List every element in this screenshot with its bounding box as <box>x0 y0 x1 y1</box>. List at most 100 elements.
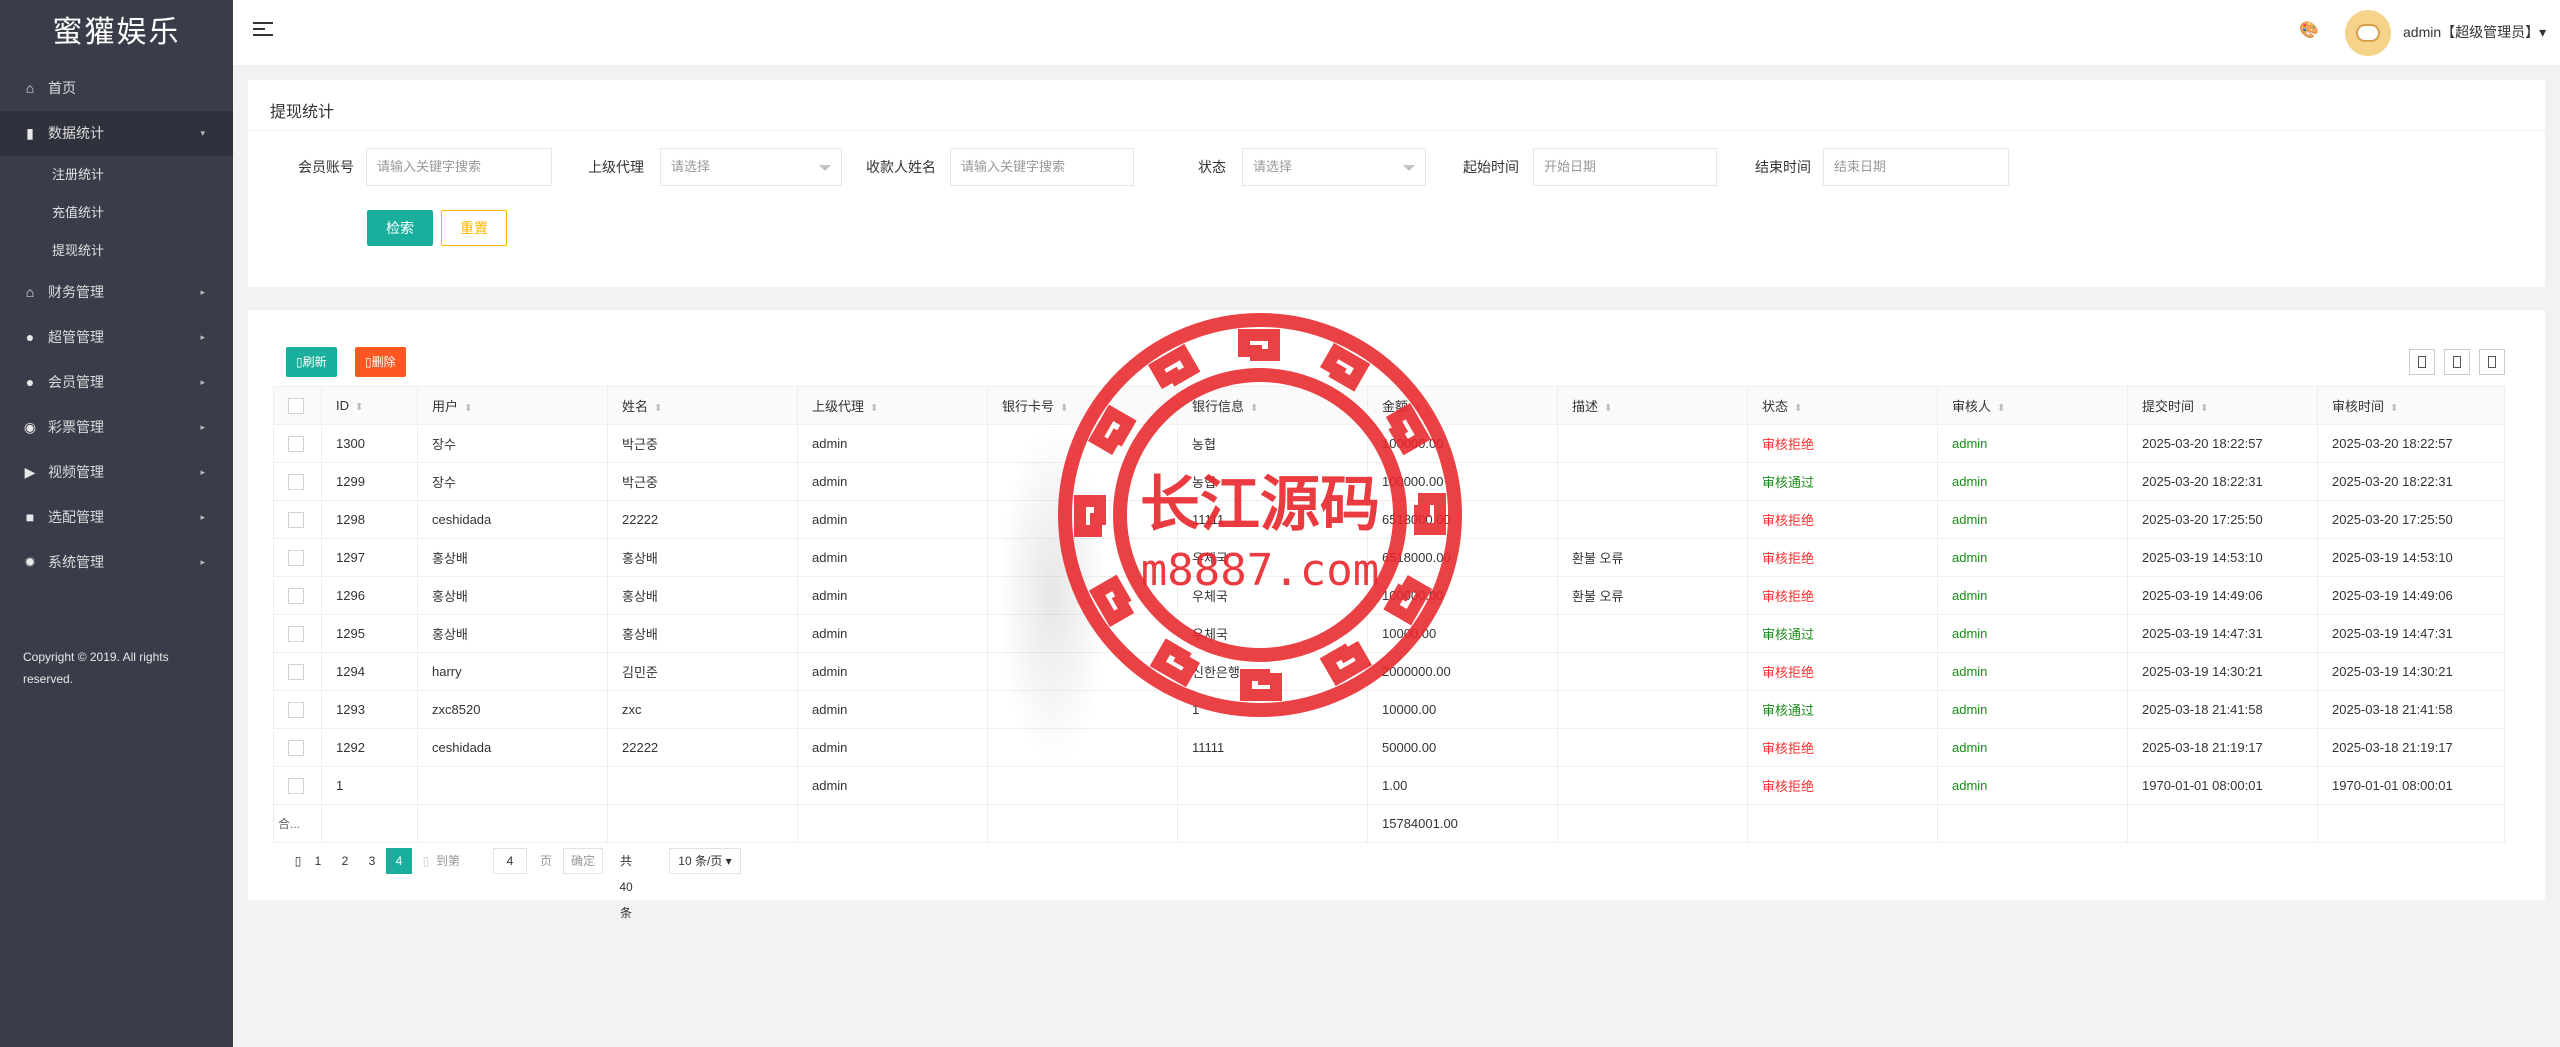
columns-filter-icon[interactable] <box>2409 349 2435 375</box>
search-select[interactable]: 请选择 <box>1242 148 1426 186</box>
table-row[interactable]: 1299 장수 박근중 admin 농협 100000.00 审核通过 admin 2025-0… <box>273 462 2505 501</box>
sidebar-subitem-1[interactable]: 充值统计 <box>0 194 233 232</box>
refresh-button[interactable]: ▯刷新 <box>286 347 337 377</box>
page-1[interactable]: 1 <box>305 848 331 874</box>
avatar[interactable] <box>2345 10 2391 56</box>
sidebar-subitem-2[interactable]: 提现统计 <box>0 232 233 270</box>
row-checkbox[interactable] <box>288 587 304 604</box>
goto-confirm-button[interactable]: 确定 <box>563 848 603 874</box>
row-checkbox[interactable] <box>288 701 304 718</box>
row-checkbox[interactable] <box>288 663 304 680</box>
refresh-icon: ▯ <box>296 355 303 369</box>
table-cell: 우체국 <box>1177 538 1368 577</box>
column-header[interactable]: 银行卡号 ⬍ <box>987 386 1178 425</box>
table-cell: 홍상배 <box>607 576 798 615</box>
table-cell: 2025-03-19 14:47:31 <box>2317 614 2505 653</box>
sidebar-item-6[interactable]: ▶ 视频管理 ▸ <box>0 450 233 495</box>
app-logo[interactable]: 蜜獾娱乐 <box>0 0 233 66</box>
search-input[interactable]: 结束日期 <box>1823 148 2009 186</box>
table-cell: 100000.00 <box>1367 576 1558 615</box>
table-cell <box>987 652 1178 691</box>
table-cell: 2025-03-18 21:19:17 <box>2127 728 2318 767</box>
row-checkbox[interactable] <box>288 435 304 452</box>
sidebar-item-7[interactable]: ■ 选配管理 ▸ <box>0 495 233 540</box>
table-row[interactable]: 1300 장수 박근중 admin 농협 100000.00 审核拒绝 admin 2025-0… <box>273 424 2505 463</box>
column-header[interactable]: 提交时间 ⬍ <box>2127 386 2318 425</box>
column-header[interactable]: ID ⬍ <box>321 386 418 425</box>
sidebar-subitem-0[interactable]: 注册统计 <box>0 156 233 194</box>
sidebar-item-8[interactable]: ✹ 系统管理 ▸ <box>0 540 233 585</box>
table-row[interactable]: 1295 홍상배 홍상배 admin 우체국 10000.00 审核通过 admin 2025-… <box>273 614 2505 653</box>
user-menu[interactable]: admin【超级管理员】▾ <box>2403 22 2546 42</box>
row-checkbox[interactable] <box>288 739 304 756</box>
sort-icon[interactable]: ⬍ <box>1997 403 2005 414</box>
select-all-checkbox[interactable] <box>288 397 304 414</box>
page-4[interactable]: 4 <box>386 848 412 874</box>
palette-icon[interactable]: 🎨 <box>2299 22 2319 40</box>
table-cell <box>1177 804 1368 843</box>
sort-icon[interactable]: ⬍ <box>1604 403 1612 414</box>
column-header[interactable]: 审核时间 ⬍ <box>2317 386 2505 425</box>
sort-icon[interactable]: ⬍ <box>464 403 472 414</box>
sidebar-item-5[interactable]: ◉ 彩票管理 ▸ <box>0 405 233 450</box>
sidebar-item-3[interactable]: ● 超管管理 ▸ <box>0 315 233 360</box>
column-header[interactable]: 上级代理 ⬍ <box>797 386 988 425</box>
search-input[interactable]: 开始日期 <box>1533 148 1717 186</box>
table-cell: 농협 <box>1177 424 1368 463</box>
search-input[interactable]: 请输入关键字搜索 <box>950 148 1134 186</box>
sort-icon[interactable]: ⬍ <box>2390 403 2398 414</box>
row-checkbox[interactable] <box>288 625 304 642</box>
delete-button[interactable]: ▯删除 <box>355 347 406 377</box>
per-page-select[interactable]: 10 条/页 ▾ <box>669 848 741 874</box>
table-cell: ceshidada <box>417 728 608 767</box>
export-icon[interactable] <box>2444 349 2470 375</box>
column-header[interactable]: 银行信息 ⬍ <box>1177 386 1368 425</box>
table-cell: 15784001.00 <box>1367 804 1558 843</box>
sort-icon[interactable]: ⬍ <box>2200 403 2208 414</box>
table-row[interactable]: 1298 ceshidada 22222 admin 11111 6518000.00 审核… <box>273 500 2505 539</box>
column-header[interactable]: 审核人 ⬍ <box>1937 386 2128 425</box>
column-header[interactable]: 用户 ⬍ <box>417 386 608 425</box>
row-checkbox[interactable] <box>288 549 304 566</box>
table-row[interactable]: 1294 harry 김민준 admin 신한은행 2000000.00 审核拒绝 admin… <box>273 652 2505 691</box>
sidebar-item-4[interactable]: ● 会员管理 ▸ <box>0 360 233 405</box>
page-3[interactable]: 3 <box>359 848 385 874</box>
column-header[interactable]: 描述 ⬍ <box>1557 386 1748 425</box>
table-cell: 审核通过 <box>1747 462 1938 501</box>
table-row[interactable]: 1297 홍상배 홍상배 admin 우체국 6518000.00 환불 오류 审核拒绝 adm… <box>273 538 2505 577</box>
print-icon[interactable] <box>2479 349 2505 375</box>
table-row[interactable]: 1293 zxc8520 zxc admin 1 10000.00 审核通过 admin 202… <box>273 690 2505 729</box>
table-row[interactable]: 1292 ceshidada 22222 admin 11111 50000.00 审核拒绝… <box>273 728 2505 767</box>
table-cell: 홍상배 <box>417 538 608 577</box>
sort-icon[interactable]: ⬍ <box>1414 403 1422 414</box>
goto-page-input[interactable]: 4 <box>493 848 527 874</box>
search-button[interactable]: 检索 <box>367 210 433 246</box>
row-checkbox[interactable] <box>288 511 304 528</box>
row-checkbox[interactable] <box>288 473 304 490</box>
sidebar-item-2[interactable]: ⌂ 财务管理 ▸ <box>0 270 233 315</box>
column-header-label: 银行信息 <box>1192 399 1245 414</box>
column-header[interactable]: 状态 ⬍ <box>1747 386 1938 425</box>
row-checkbox[interactable] <box>288 777 304 794</box>
sort-icon[interactable]: ⬍ <box>654 403 662 414</box>
sort-icon[interactable]: ⬍ <box>1060 403 1068 414</box>
table-row[interactable]: 1 admin 1.00 审核拒绝 admin 1970-01-01 08:00:01 19… <box>273 766 2505 805</box>
reset-button[interactable]: 重置 <box>441 210 507 246</box>
table-row[interactable]: 1296 홍상배 홍상배 admin 우체국 100000.00 환불 오류 审核拒绝 admi… <box>273 576 2505 615</box>
chevron-right-icon: ▸ <box>200 512 205 522</box>
search-input[interactable]: 请输入关键字搜索 <box>366 148 552 186</box>
sidebar-item-0[interactable]: ⌂ 首页 <box>0 66 233 111</box>
page-2[interactable]: 2 <box>332 848 358 874</box>
sort-icon[interactable]: ⬍ <box>355 402 363 413</box>
table-cell: 6518000.00 <box>1367 500 1558 539</box>
sort-icon[interactable]: ⬍ <box>1250 403 1258 414</box>
column-header[interactable]: 姓名 ⬍ <box>607 386 798 425</box>
sidebar-item-1[interactable]: ▮ 数据统计 ▾ <box>0 111 233 156</box>
menu-toggle-icon[interactable] <box>253 22 273 42</box>
table-cell <box>1557 728 1748 767</box>
table-cell: 환불 오류 <box>1557 538 1748 577</box>
sort-icon[interactable]: ⬍ <box>1794 403 1802 414</box>
column-header[interactable]: 金额 ⬍ <box>1367 386 1558 425</box>
sort-icon[interactable]: ⬍ <box>870 403 878 414</box>
search-select[interactable]: 请选择 <box>660 148 842 186</box>
